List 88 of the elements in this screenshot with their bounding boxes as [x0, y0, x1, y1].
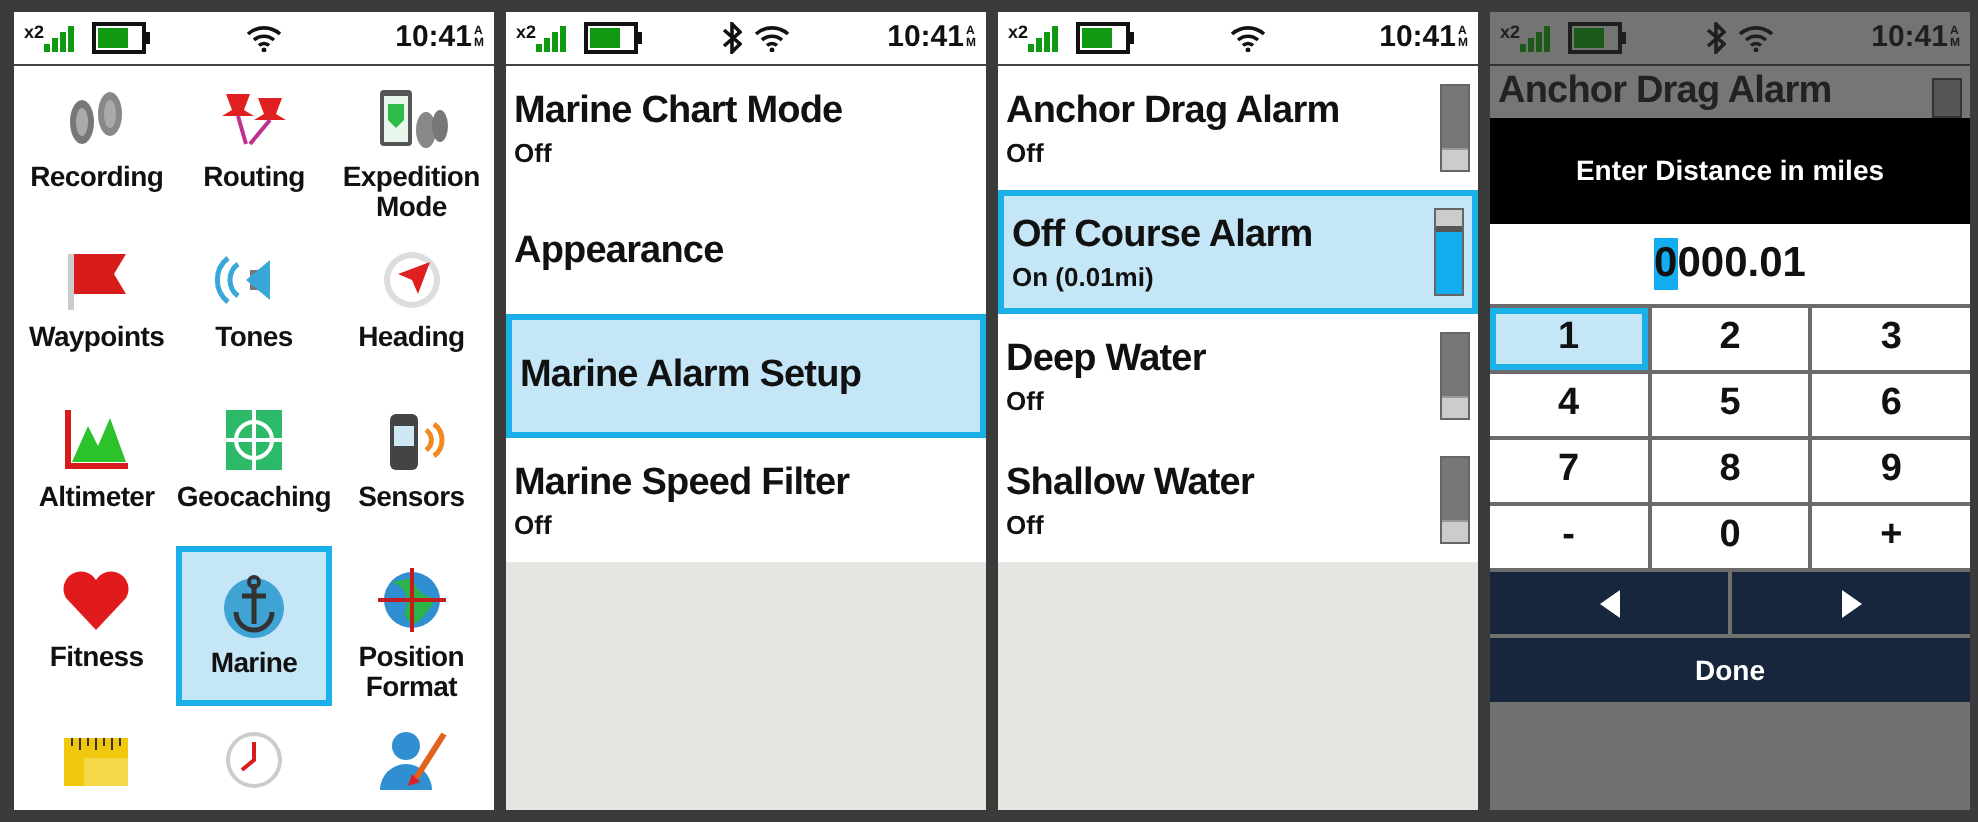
left-triangle-icon: [1599, 589, 1619, 617]
menu-tile[interactable]: Fitness: [18, 546, 176, 706]
row-value: Off: [514, 507, 554, 541]
menu-tile-label: Heading: [356, 322, 467, 352]
keypad-key[interactable]: -: [1490, 506, 1648, 568]
menu-tile[interactable]: Recording: [18, 66, 176, 226]
dialog-title: Enter Distance in miles: [1575, 152, 1885, 190]
row-title: Deep Water: [1006, 335, 1208, 383]
keypad-key[interactable]: 4: [1490, 374, 1648, 436]
row-title: Marine Chart Mode: [514, 87, 845, 135]
row-title: Shallow Water: [1006, 459, 1257, 507]
clock-time: 10:41: [887, 17, 964, 58]
wifi-icon: [245, 24, 282, 52]
keypad-key[interactable]: 2: [1651, 308, 1809, 370]
battery-icon: [1076, 22, 1137, 54]
battery-icon: [584, 22, 645, 54]
toggle-switch[interactable]: [1440, 456, 1470, 544]
menu-tile-label: Expedition Mode: [340, 162, 482, 222]
menu-tile-label: Tones: [213, 322, 295, 352]
signal-label: x2: [24, 24, 45, 42]
clock-time: 10:41: [1379, 17, 1456, 58]
row-title: Appearance: [514, 228, 726, 276]
row-value: Off: [1006, 507, 1046, 541]
menu-row[interactable]: Shallow Water Off: [998, 438, 1478, 562]
keypad-key[interactable]: 1: [1490, 308, 1648, 370]
row-value: On (0.01mi): [1012, 259, 1156, 293]
clock-time: 10:41: [1871, 17, 1948, 58]
menu-tile[interactable]: Marine: [175, 546, 333, 706]
value-text: 000.01: [1677, 238, 1806, 290]
menu-tile-label: Geocaching: [175, 482, 332, 512]
menu-tile-label: Waypoints: [27, 322, 167, 352]
cursor-digit: 0: [1654, 238, 1678, 290]
menu-row[interactable]: Off Course Alarm On (0.01mi): [998, 190, 1478, 314]
menu-tile[interactable]: Expedition Mode: [332, 66, 490, 226]
menu-row[interactable]: Marine Alarm Setup: [506, 314, 986, 438]
done-button[interactable]: Done: [1490, 638, 1970, 702]
menu-tile[interactable]: Sensors: [332, 386, 490, 546]
keypad-key[interactable]: 8: [1651, 440, 1809, 502]
row-value: Off: [1006, 135, 1046, 169]
menu-tile[interactable]: Geocaching: [175, 386, 333, 546]
row-title: Marine Speed Filter: [514, 459, 852, 507]
menu-tile[interactable]: Routing: [175, 66, 333, 226]
toggle-switch[interactable]: [1440, 332, 1470, 420]
menu-tile[interactable]: Position Format: [332, 546, 490, 706]
menu-row[interactable]: Deep Water Off: [998, 314, 1478, 438]
signal-label: x2: [1500, 24, 1521, 42]
menu-tile-label: Altimeter: [36, 482, 157, 512]
battery-icon: [92, 22, 153, 54]
right-triangle-icon: [1841, 589, 1861, 617]
toggle-switch[interactable]: [1434, 208, 1464, 296]
wifi-icon: [753, 24, 790, 52]
row-title: Anchor Drag Alarm: [1006, 87, 1342, 135]
row-title: Marine Alarm Setup: [520, 352, 864, 400]
bluetooth-icon: [721, 22, 742, 54]
keypad-key[interactable]: 0: [1651, 506, 1809, 568]
keypad-key[interactable]: 6: [1812, 374, 1970, 436]
row-title: Off Course Alarm: [1012, 211, 1315, 259]
menu-tile-label: Recording: [28, 162, 166, 192]
signal-label: x2: [516, 24, 537, 42]
toggle-switch[interactable]: [1440, 84, 1470, 172]
wifi-icon: [1229, 24, 1266, 52]
menu-row[interactable]: Appearance: [506, 190, 986, 314]
keypad-key[interactable]: 5: [1651, 374, 1809, 436]
menu-row[interactable]: Anchor Drag Alarm Off: [998, 66, 1478, 190]
wifi-icon: [1737, 24, 1774, 52]
battery-icon: [1568, 22, 1629, 54]
menu-tile-label: Marine: [208, 648, 300, 678]
menu-tile[interactable]: Tones: [175, 226, 333, 386]
value-field[interactable]: 0000.01: [1490, 224, 1970, 304]
clock-time: 10:41: [395, 17, 472, 58]
menu-tile[interactable]: Waypoints: [18, 226, 176, 386]
bluetooth-icon: [1705, 22, 1726, 54]
row-title: Anchor Drag Alarm: [1498, 68, 1834, 116]
menu-row[interactable]: Marine Chart Mode Off: [506, 66, 986, 190]
signal-label: x2: [1008, 24, 1029, 42]
keypad-key[interactable]: 7: [1490, 440, 1648, 502]
row-value: Off: [1006, 383, 1046, 417]
row-value: Off: [514, 135, 554, 169]
menu-tile-label: Position Format: [356, 642, 467, 702]
menu-tile-label: Routing: [201, 162, 307, 192]
menu-tile[interactable]: Heading: [332, 226, 490, 386]
keypad-key[interactable]: +: [1812, 506, 1970, 568]
menu-tile-label: Sensors: [356, 482, 467, 512]
menu-tile-label: Fitness: [47, 642, 146, 672]
menu-row[interactable]: Marine Speed Filter Off: [506, 438, 986, 562]
menu-tile[interactable]: Altimeter: [18, 386, 176, 546]
keypad-key[interactable]: 3: [1812, 308, 1970, 370]
keypad-key[interactable]: 9: [1812, 440, 1970, 502]
